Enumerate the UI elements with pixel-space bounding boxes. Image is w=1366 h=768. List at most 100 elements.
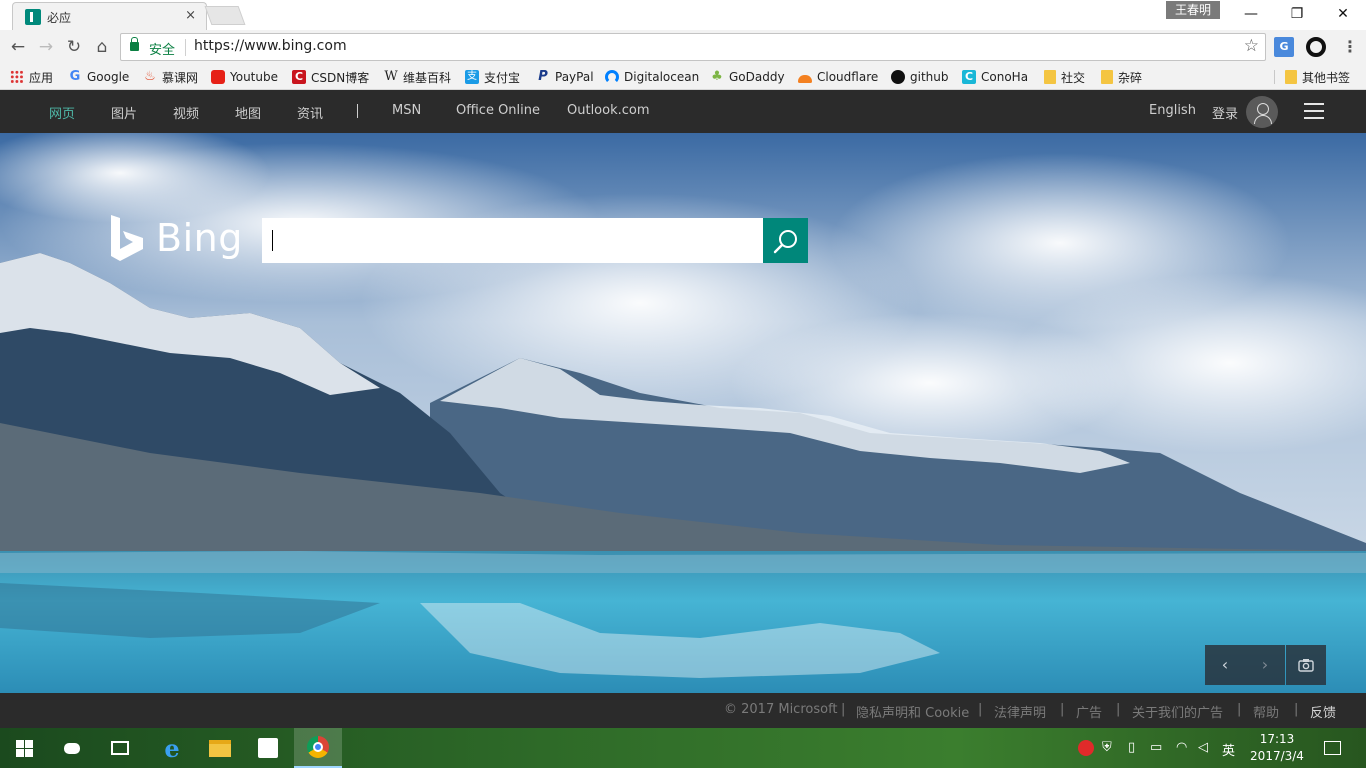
bookmark-label: CSDN博客 xyxy=(311,70,370,85)
cortana-button[interactable] xyxy=(48,728,96,768)
footer-separator: | xyxy=(978,702,983,717)
bookmark-apps[interactable]: 应用 xyxy=(10,68,53,86)
footer-privacy-link[interactable]: 隐私声明和 Cookie xyxy=(856,702,969,721)
footer-ads-link[interactable]: 广告 xyxy=(1076,702,1102,721)
restore-button[interactable]: ❐ xyxy=(1274,0,1320,28)
bookmark-imooc[interactable]: ♨ 慕课网 xyxy=(143,68,198,86)
bookmark-label: Youtube xyxy=(230,70,278,84)
nav-videos[interactable]: 视频 xyxy=(173,103,199,122)
other-bookmarks[interactable]: 其他书签 xyxy=(1285,68,1350,86)
start-button[interactable] xyxy=(0,728,48,768)
chrome-menu-icon[interactable]: ⋮ xyxy=(1342,36,1358,58)
bookmark-alipay[interactable]: 支 支付宝 xyxy=(465,68,520,86)
nav-outlook[interactable]: Outlook.com xyxy=(567,103,650,118)
nav-images[interactable]: 图片 xyxy=(111,103,137,122)
file-explorer-taskbar-button[interactable] xyxy=(196,728,244,768)
tab-close-icon[interactable]: × xyxy=(185,8,196,24)
folder-icon xyxy=(1285,70,1297,84)
wifi-tray-icon[interactable]: ◠ xyxy=(1176,740,1187,755)
bookmark-youtube[interactable]: Youtube xyxy=(211,68,278,86)
github-icon xyxy=(891,70,905,84)
new-tab-button[interactable] xyxy=(204,6,246,25)
text-caret xyxy=(272,230,273,251)
imooc-flame-icon: ♨ xyxy=(144,69,156,84)
search-button[interactable] xyxy=(763,218,808,263)
footer-feedback-link[interactable]: 反馈 xyxy=(1310,702,1336,721)
bing-logo[interactable]: Bing xyxy=(108,212,243,264)
bookmark-folder-social[interactable]: 社交 xyxy=(1044,68,1085,86)
lock-icon[interactable] xyxy=(130,37,139,51)
tab-bing[interactable]: 必应 × xyxy=(12,2,207,30)
magnifier-icon xyxy=(773,230,797,254)
bookmark-label: 慕课网 xyxy=(162,70,199,85)
image-info-button[interactable] xyxy=(1286,645,1326,685)
nav-office-online[interactable]: Office Online xyxy=(456,103,540,118)
forward-button[interactable]: → xyxy=(35,36,57,58)
chrome-taskbar-button[interactable] xyxy=(294,728,342,768)
back-button[interactable]: ← xyxy=(7,36,29,58)
browser-toolbar: ← → ↻ ⌂ 安全 https://www.bing.com ☆ G ⋮ xyxy=(0,30,1366,64)
bookmark-digitalocean[interactable]: Digitalocean xyxy=(605,68,699,86)
profile-name-badge[interactable]: 王春明 xyxy=(1166,1,1220,19)
home-button[interactable]: ⌂ xyxy=(91,36,113,58)
close-window-button[interactable]: ✕ xyxy=(1320,0,1366,28)
next-image-button[interactable]: › xyxy=(1245,645,1285,685)
bookmark-godaddy[interactable]: ♣ GoDaddy xyxy=(710,68,785,86)
ime-indicator[interactable]: 英 xyxy=(1222,740,1235,759)
footer-help-link[interactable]: 帮助 xyxy=(1253,702,1279,721)
clock-time: 17:13 xyxy=(1259,732,1295,746)
footer-separator: | xyxy=(841,702,846,717)
task-view-button[interactable] xyxy=(96,728,144,768)
battery-tray-icon[interactable]: ▭ xyxy=(1150,740,1162,755)
nav-web[interactable]: 网页 xyxy=(49,103,75,122)
nav-maps[interactable]: 地图 xyxy=(235,103,261,122)
folder-icon xyxy=(1044,70,1056,84)
antivirus-tray-icon[interactable] xyxy=(1078,740,1094,756)
bookmark-csdn[interactable]: C CSDN博客 xyxy=(292,68,369,86)
url-text[interactable]: https://www.bing.com xyxy=(194,38,347,54)
address-bar[interactable]: 安全 https://www.bing.com ☆ xyxy=(120,33,1266,61)
secure-label[interactable]: 安全 xyxy=(149,39,175,58)
bookmark-label: GoDaddy xyxy=(729,70,785,84)
apps-grid-icon xyxy=(10,70,24,84)
bookmark-label: 应用 xyxy=(29,70,54,85)
bing-footer: © 2017 Microsoft | 隐私声明和 Cookie | 法律声明 |… xyxy=(0,693,1366,728)
bookmark-label: ConoHa xyxy=(981,70,1029,84)
hamburger-menu-icon[interactable] xyxy=(1304,103,1324,119)
bookmarks-divider xyxy=(1274,70,1275,84)
minimize-button[interactable]: — xyxy=(1228,0,1274,28)
bookmark-paypal[interactable]: P PayPal xyxy=(536,68,593,86)
bookmark-google[interactable]: G Google xyxy=(68,68,130,86)
language-switch[interactable]: English xyxy=(1149,103,1196,118)
camera-icon xyxy=(1298,659,1314,672)
reload-button[interactable]: ↻ xyxy=(63,36,85,58)
volume-tray-icon[interactable]: ◁ xyxy=(1198,740,1208,755)
edge-taskbar-button[interactable]: e xyxy=(148,728,196,768)
usb-tray-icon[interactable]: ▯ xyxy=(1128,740,1135,755)
bookmark-conoha[interactable]: C ConoHa xyxy=(962,68,1028,86)
alipay-icon: 支 xyxy=(465,70,479,84)
clock[interactable]: 17:13 2017/3/4 xyxy=(1248,731,1306,765)
store-taskbar-button[interactable] xyxy=(244,728,292,768)
bookmark-label: Google xyxy=(87,70,130,84)
search-input[interactable] xyxy=(262,218,763,263)
bookmark-cloudflare[interactable]: Cloudflare xyxy=(798,68,878,86)
footer-legal-link[interactable]: 法律声明 xyxy=(994,702,1046,721)
cortana-icon xyxy=(64,742,80,754)
nav-msn[interactable]: MSN xyxy=(392,103,421,118)
bookmark-wikipedia[interactable]: W 维基百科 xyxy=(384,68,451,86)
bookmark-folder-misc[interactable]: 杂碎 xyxy=(1101,68,1142,86)
previous-image-button[interactable]: ‹ xyxy=(1205,645,1245,685)
ring-extension-icon[interactable] xyxy=(1306,37,1326,57)
csdn-icon: C xyxy=(292,70,306,84)
nav-news[interactable]: 资讯 xyxy=(297,103,323,122)
footer-about-ads-link[interactable]: 关于我们的广告 xyxy=(1132,702,1223,721)
bookmark-star-icon[interactable]: ☆ xyxy=(1244,36,1259,56)
bookmark-label: Cloudflare xyxy=(817,70,879,84)
avatar-icon[interactable] xyxy=(1246,96,1278,128)
shield-tray-icon[interactable]: ⛨ xyxy=(1102,740,1112,755)
bookmark-github[interactable]: github xyxy=(891,68,948,86)
google-translate-extension-icon[interactable]: G xyxy=(1274,37,1294,57)
sign-in-link[interactable]: 登录 xyxy=(1212,103,1238,122)
action-center-icon[interactable] xyxy=(1324,741,1341,755)
